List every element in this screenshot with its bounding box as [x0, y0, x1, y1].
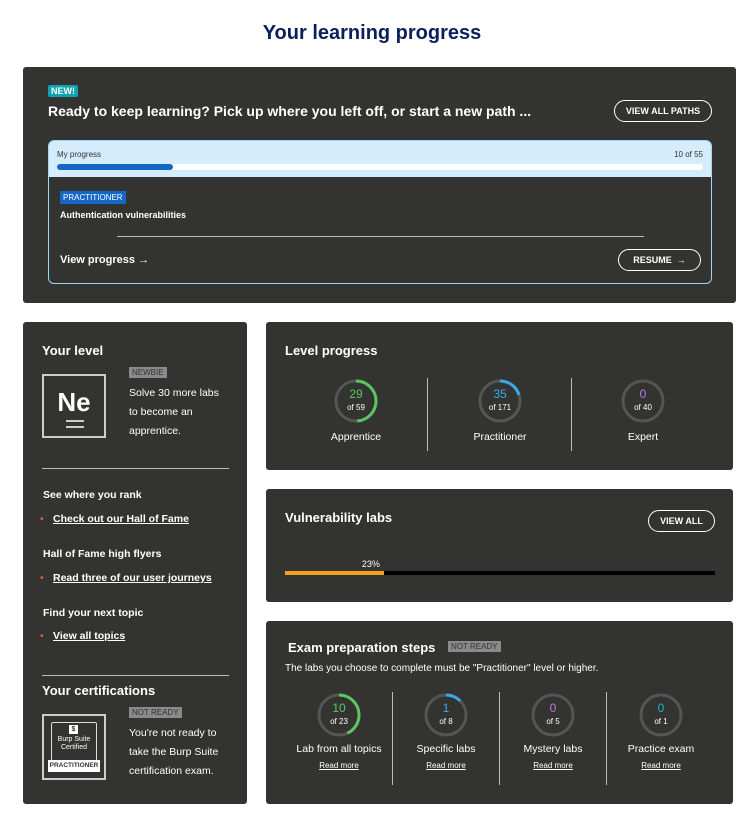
expert-progress-ring: 0 of 40 — [620, 378, 666, 424]
view-all-labs-button[interactable]: VIEW ALL — [648, 510, 715, 532]
path-progress-bar — [57, 164, 703, 170]
mystery-labs-ring: 0 of 5 — [530, 692, 576, 738]
practitioner-badge: PRACTITIONER — [60, 191, 126, 204]
cert-practitioner-band: PRACTITIONER — [48, 760, 100, 772]
path-progress-fill — [57, 164, 174, 170]
topic-name: Authentication vulnerabilities — [60, 210, 187, 220]
resume-label: RESUME — [633, 255, 672, 265]
divider — [606, 692, 607, 785]
vulnerability-progress-bar — [285, 571, 715, 575]
arrow-right-icon: → — [138, 254, 150, 266]
mystery-labs-label: Mystery labs — [523, 743, 583, 755]
certification-icon: $ Burp Suite Certified PRACTITIONER — [42, 714, 106, 780]
progress-ring-graphic — [621, 379, 665, 423]
divider — [117, 236, 644, 237]
view-all-paths-button[interactable]: VIEW ALL PATHS — [614, 100, 712, 122]
practice-exam-label: Practice exam — [627, 743, 695, 755]
specific-labs-ring: 1 of 8 — [423, 692, 469, 738]
continue-learning-card: NEW! Ready to keep learning? Pick up whe… — [23, 67, 736, 303]
hall-of-fame-link[interactable]: Check out our Hall of Fame — [40, 513, 189, 525]
arrow-right-icon: → — [674, 255, 686, 265]
topic-title: Find your next topic — [43, 607, 144, 619]
my-progress-label: My progress — [57, 150, 102, 159]
expert-label: Expert — [627, 431, 659, 443]
divider — [499, 692, 500, 785]
read-more-link[interactable]: Read more — [503, 761, 603, 770]
new-badge: NEW! — [48, 85, 78, 97]
view-progress-link[interactable]: View progress → — [60, 254, 149, 266]
view-progress-label: View progress — [60, 254, 135, 266]
divider — [42, 675, 229, 676]
your-level-title: Your level — [42, 343, 104, 358]
vulnerability-labs-card: Vulnerability labs VIEW ALL 23% — [266, 489, 733, 602]
newbie-badge: NEWBIE — [129, 367, 167, 378]
not-ready-badge: NOT READY — [129, 707, 182, 718]
view-all-topics-link[interactable]: View all topics — [40, 630, 125, 642]
progress-ring-graphic — [639, 693, 683, 737]
apprentice-label: Apprentice — [330, 431, 382, 443]
your-level-card: Your level Ne NEWBIE Solve 30 more labs … — [23, 322, 247, 804]
level-description: Solve 30 more labs to become an apprenti… — [129, 387, 219, 437]
divider — [571, 378, 572, 451]
practice-exam-ring: 0 of 1 — [638, 692, 684, 738]
burp-logo-icon: $ — [69, 725, 78, 734]
vulnerability-labs-title: Vulnerability labs — [285, 510, 393, 525]
practitioner-progress-ring: 35 of 171 — [477, 378, 523, 424]
read-more-link[interactable]: Read more — [289, 761, 389, 770]
resume-button[interactable]: RESUME → — [618, 249, 701, 271]
level-progress-card: Level progress 29 of 59 Apprentice 35 of… — [266, 322, 733, 470]
lab-all-topics-label: Lab from all topics — [296, 743, 382, 755]
user-journeys-link[interactable]: Read three of our user journeys — [40, 572, 212, 584]
level-progress-title: Level progress — [285, 343, 378, 358]
specific-labs-label: Specific labs — [416, 743, 476, 755]
current-path-card: My progress 10 of 55 PRACTITIONER Authen… — [48, 140, 712, 284]
practitioner-label: Practitioner — [473, 431, 527, 443]
level-symbol: Ne — [57, 387, 91, 417]
certifications-title: Your certifications — [42, 683, 156, 698]
read-more-link[interactable]: Read more — [396, 761, 496, 770]
exam-preparation-title: Exam preparation steps — [288, 640, 436, 655]
vulnerability-progress-fill — [285, 571, 384, 575]
rank-title: See where you rank — [43, 489, 142, 501]
progress-ring-graphic — [531, 693, 575, 737]
apprentice-progress-ring: 29 of 59 — [333, 378, 379, 424]
continue-heading: Ready to keep learning? Pick up where yo… — [48, 103, 532, 119]
progress-ring-graphic — [317, 693, 361, 737]
lab-all-topics-ring: 10 of 23 — [316, 692, 362, 738]
progress-count: 10 of 55 — [674, 150, 703, 159]
progress-ring-graphic — [334, 379, 378, 423]
page-title: Your learning progress — [262, 22, 482, 44]
certification-description: You're not ready to take the Burp Suite … — [129, 727, 219, 777]
divider — [392, 692, 393, 785]
exam-description: The labs you choose to complete must be … — [285, 663, 599, 674]
exam-not-ready-badge: NOT READY — [448, 641, 501, 652]
read-more-link[interactable]: Read more — [611, 761, 711, 770]
level-element-icon: Ne — [42, 374, 106, 438]
divider — [427, 378, 428, 451]
flyers-title: Hall of Fame high flyers — [43, 548, 162, 560]
divider — [42, 468, 229, 469]
path-progress-header: My progress 10 of 55 — [49, 141, 711, 177]
vulnerability-percent: 23% — [361, 559, 380, 569]
progress-ring-graphic — [478, 379, 522, 423]
progress-ring-graphic — [424, 693, 468, 737]
exam-preparation-card: Exam preparation steps NOT READY The lab… — [266, 621, 733, 804]
